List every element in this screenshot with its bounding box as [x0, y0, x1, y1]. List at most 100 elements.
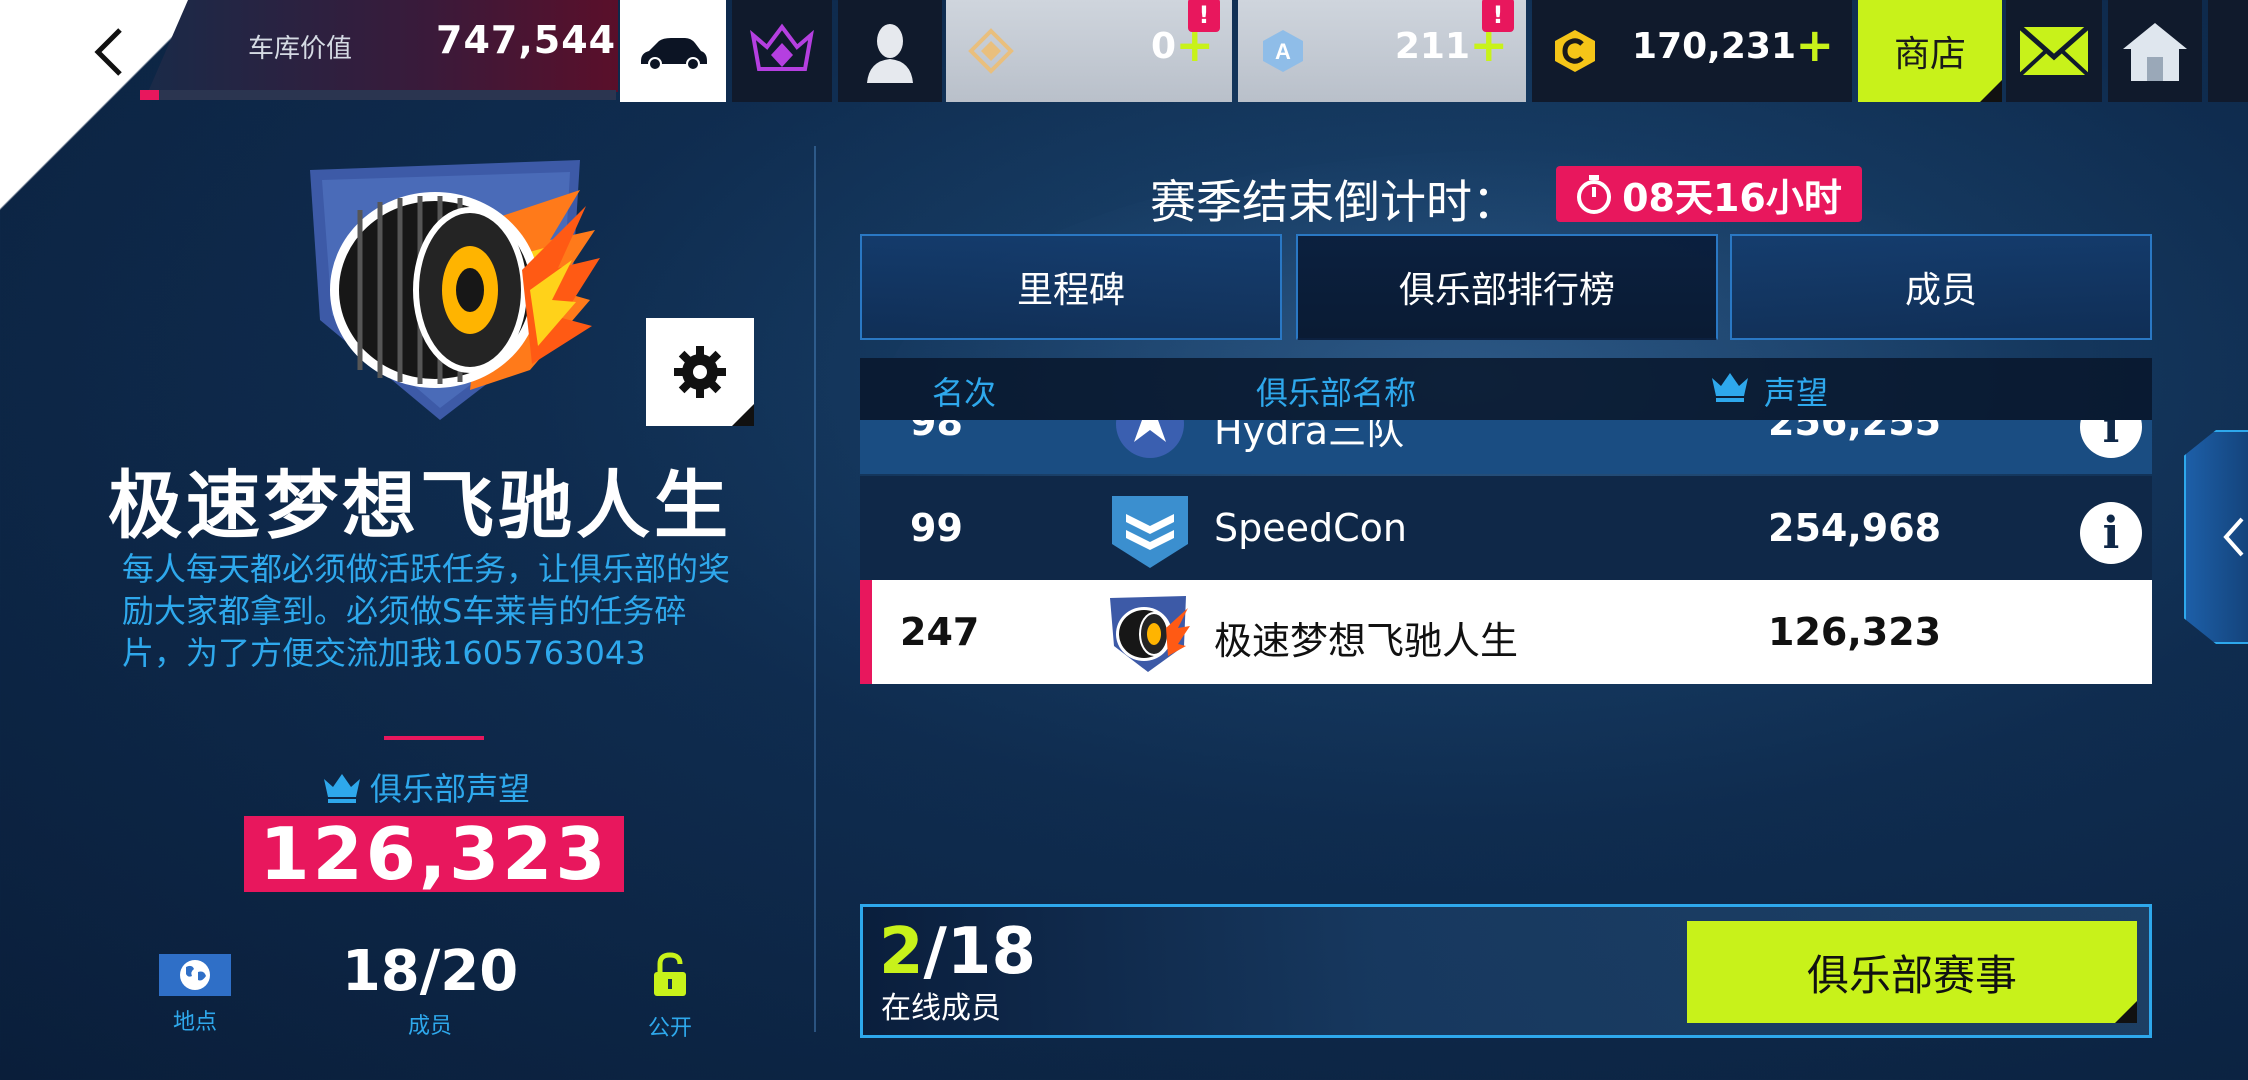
info-icon[interactable]: i [2080, 420, 2142, 458]
location-label: 地点 [172, 1010, 217, 1035]
season-countdown-badge: 08天16小时 [1556, 166, 1862, 222]
stopwatch-icon [1577, 175, 1612, 214]
crown-shield-icon [750, 23, 814, 71]
side-panel-toggle[interactable] [2184, 430, 2248, 644]
header-rank: 名次 [932, 374, 997, 412]
car-icon [641, 38, 707, 71]
privacy-stat: 公开 [630, 946, 710, 1042]
back-button[interactable] [80, 22, 140, 82]
mail-button[interactable] [2006, 0, 2102, 102]
online-members-count: 2/18 [879, 915, 1036, 989]
legend-button[interactable] [732, 0, 832, 102]
table-row[interactable]: 99 SpeedCon 254,968 i [860, 476, 2152, 580]
gear-icon [674, 346, 726, 398]
row-club-name: 极速梦想飞驰人生 [1214, 619, 1519, 663]
row-reputation: 126,323 [1768, 610, 1942, 654]
divider [384, 736, 484, 740]
crown-icon [324, 774, 360, 803]
a-icon: A [1263, 30, 1303, 72]
online-members-bar: 2/18 在线成员 俱乐部赛事 [860, 904, 2152, 1038]
globe-icon [180, 960, 210, 990]
garage-progress-fill [140, 90, 160, 100]
unlock-icon [654, 952, 686, 996]
profile-button[interactable] [838, 0, 942, 102]
credits-value: 170,231 [1632, 26, 1796, 67]
club-event-label: 俱乐部赛事 [1806, 950, 2017, 1000]
season-countdown-value: 08天16小时 [1622, 175, 1842, 220]
row-rank: 99 [910, 506, 963, 550]
row-reputation: 256,255 [1768, 420, 1942, 444]
reputation-value: 126,323 [244, 812, 624, 896]
corner-mark [1980, 80, 2002, 102]
club-description: 每人每天都必须做活跃任务，让俱乐部的奖励大家都拿到。必须做S车莱肯的任务碎片，为… [122, 550, 731, 672]
token-value: 0 [1150, 26, 1176, 67]
top-bar: 车库价值 747,544 0 + ! A 211 + ! 170,231 + 商… [0, 0, 2248, 260]
blueprint-value: 211 [1394, 26, 1470, 67]
home-button[interactable] [2108, 0, 2202, 102]
blueprint-alert-badge: ! [1482, 0, 1514, 32]
row-rank: 98 [910, 420, 963, 444]
members-count: 18/20 [341, 939, 519, 1004]
tab-club-leaderboard[interactable]: 俱乐部排行榜 [1296, 234, 1718, 340]
garage-value: 747,544 [436, 18, 617, 62]
table-row[interactable]: 98 Hydra三队 256,255 i [860, 420, 2152, 474]
tab-milestones-label: 里程碑 [1016, 270, 1125, 311]
club-emblem [300, 150, 620, 450]
leaderboard-header: 名次 俱乐部名称 声望 [860, 358, 2152, 420]
club-logo-icon [1112, 496, 1188, 568]
tire-flame-logo-icon [310, 160, 600, 420]
home-icon [2123, 23, 2187, 81]
tab-club-leaderboard-label: 俱乐部排行榜 [1398, 270, 1615, 311]
info-icon[interactable]: i [2080, 502, 2142, 564]
leaderboard-list[interactable]: 98 Hydra三队 256,255 i 99 SpeedCon 254,968… [860, 420, 2152, 684]
location-stat[interactable]: 地点 [150, 946, 240, 1036]
club-logo-icon [1116, 420, 1184, 458]
row-rank: 247 [900, 610, 980, 654]
header-reputation: 声望 [1764, 374, 1829, 412]
top-bar-edge [2208, 0, 2248, 102]
table-row-own-club[interactable]: 247 极速梦想飞驰人生 126,323 [860, 580, 2152, 684]
corner-mark [732, 404, 754, 426]
token-currency[interactable]: 0 + ! [946, 0, 1232, 102]
club-tabs: 里程碑 俱乐部排行榜 成员 [860, 234, 2152, 340]
token-alert-badge: ! [1188, 0, 1220, 32]
tab-milestones[interactable]: 里程碑 [860, 234, 1282, 340]
members-stat: 18/20 成员 [330, 944, 530, 1040]
corner-mark [2115, 1001, 2137, 1023]
garage-progress-bar [140, 90, 616, 100]
row-club-name: SpeedCon [1214, 506, 1407, 550]
online-now: 2 [879, 915, 924, 989]
online-total: /18 [923, 915, 1036, 989]
mail-icon [2018, 25, 2090, 77]
own-club-highlight [860, 580, 872, 684]
tab-members[interactable]: 成员 [1730, 234, 2152, 340]
avatar-icon [867, 24, 913, 83]
members-label: 成员 [407, 1014, 452, 1039]
reputation-label-row: 俱乐部声望 [322, 764, 530, 810]
column-divider [814, 146, 816, 1032]
club-event-button[interactable]: 俱乐部赛事 [1687, 921, 2137, 1023]
row-club-name: Hydra三队 [1214, 420, 1405, 453]
svg-text:A: A [1275, 39, 1291, 64]
privacy-label: 公开 [647, 1016, 692, 1041]
tire-flame-logo-icon [1110, 596, 1190, 672]
garage-value-label: 车库价值 [248, 34, 353, 64]
settings-button[interactable] [646, 318, 754, 426]
location-flag [159, 954, 231, 996]
shop-label: 商店 [1893, 34, 1966, 75]
club-name: 极速梦想飞驰人生 [108, 463, 732, 549]
credit-icon [1555, 30, 1595, 72]
garage-button[interactable] [620, 0, 726, 102]
row-reputation: 254,968 [1768, 506, 1942, 550]
shop-button[interactable]: 商店 [1858, 0, 2002, 102]
blueprint-currency[interactable]: A 211 + ! [1238, 0, 1526, 102]
credits-currency[interactable]: 170,231 + [1532, 0, 1852, 102]
reputation-label: 俱乐部声望 [370, 770, 531, 808]
header-club-name: 俱乐部名称 [1256, 374, 1417, 412]
online-members-label: 在线成员 [881, 991, 1001, 1026]
chevron-left-icon [2223, 517, 2244, 557]
credits-add-icon[interactable]: + [1795, 18, 1834, 72]
chevron-left-icon [94, 28, 122, 76]
crown-icon [1712, 373, 1748, 402]
token-icon [968, 28, 1014, 74]
